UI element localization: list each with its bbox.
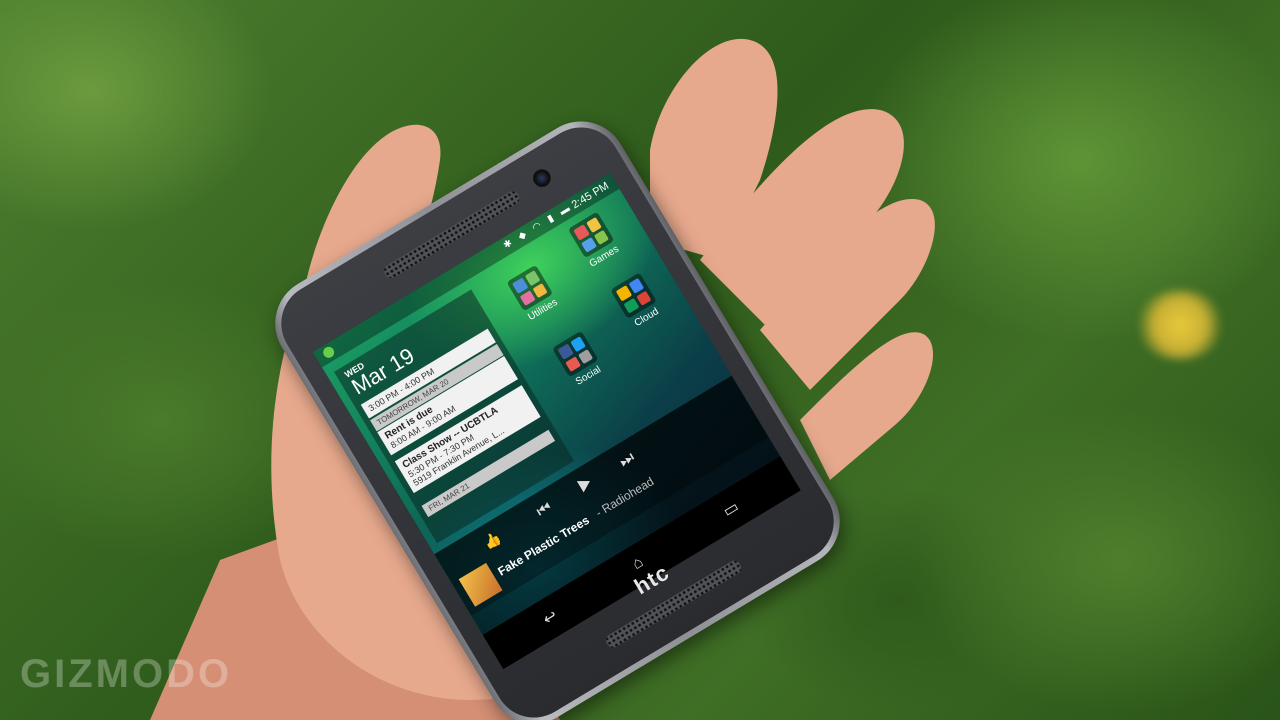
front-camera bbox=[529, 165, 555, 191]
photo-scene: ✱ ◆ ◠ ▮ ▬ 2:45 PM WED Mar 19 3:00 PM - 4… bbox=[0, 0, 1280, 720]
thumbs-up-icon[interactable]: 👍 bbox=[481, 529, 505, 553]
gizmodo-watermark: GIZMODO bbox=[20, 652, 233, 696]
spotify-icon bbox=[321, 344, 337, 360]
